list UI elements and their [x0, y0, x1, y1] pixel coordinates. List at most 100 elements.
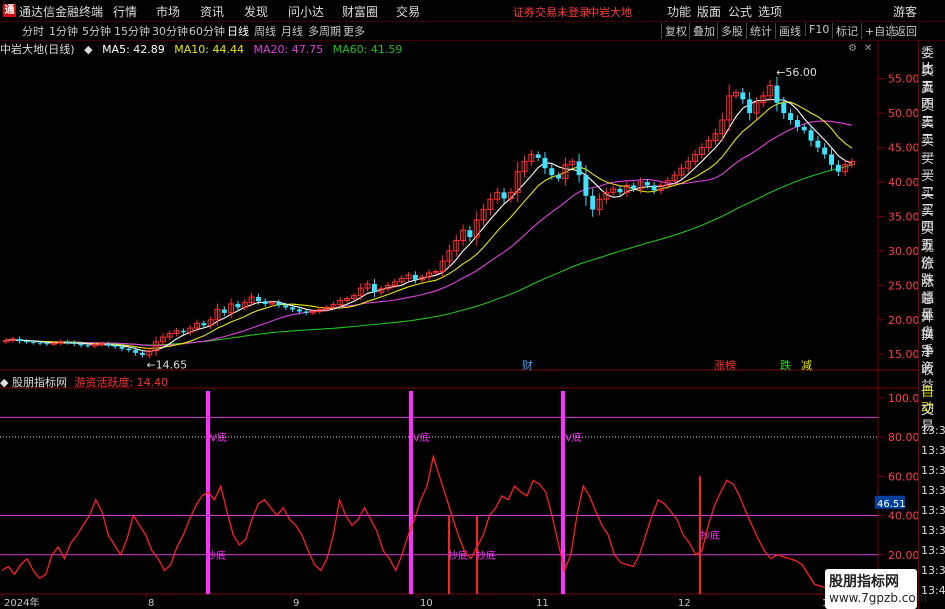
candle-body: [303, 311, 309, 313]
x-axis-label: 9: [293, 598, 299, 609]
candle-body: [801, 126, 807, 131]
candle-body: [794, 120, 800, 127]
ind-tick-label: 100.0: [888, 392, 918, 405]
price-tick-label: 45.00: [888, 142, 918, 155]
ind-tick-label: 40.00: [888, 510, 918, 523]
chao-di-label-2: 抄底: [476, 549, 496, 562]
trade-time-1: 13:37: [921, 444, 945, 457]
trade-time-3: 13:38: [921, 484, 945, 497]
candle-body: [112, 345, 118, 347]
candle-body: [644, 182, 650, 186]
candle-body: [617, 188, 623, 193]
ind-tick-label: 20.00: [888, 549, 918, 562]
event-marker-1: 涨榜: [714, 358, 736, 372]
settings-gear-icon[interactable]: ⚙: [848, 44, 858, 54]
price-tick-label: 35.00: [888, 210, 918, 223]
candle-body: [290, 307, 296, 310]
candle-body: [740, 92, 746, 100]
chart-settings-icon[interactable]: ◆: [84, 43, 92, 56]
price-tick-label: 20.00: [888, 314, 918, 327]
candle-body: [296, 309, 302, 312]
price-tick-label: 30.00: [888, 245, 918, 258]
indicator-info-bar: ◆ 股朋指标网 游资活跃度: 14.40: [0, 374, 168, 390]
price-tick-label: 50.00: [888, 107, 918, 120]
low-label: ←14.65: [146, 359, 187, 372]
candle-body: [235, 303, 241, 308]
watermark-title: 股朋指标网: [829, 574, 899, 590]
high-label: ←56.00: [776, 66, 817, 79]
candle-body: [549, 168, 555, 176]
indicator-title: 股朋指标网: [11, 376, 67, 389]
candle-body: [583, 175, 589, 196]
candle-body: [576, 161, 582, 176]
trade-time-4: 13:39: [921, 504, 945, 517]
x-axis-label: 12: [678, 598, 691, 609]
indicator-settings-icon[interactable]: ◆: [0, 376, 8, 389]
trade-time-6: 13:39: [921, 544, 945, 557]
ma5-line: [5, 98, 853, 353]
candle-body: [835, 164, 841, 172]
candle-body: [747, 99, 753, 114]
candle-body: [44, 343, 50, 345]
candle-body: [221, 309, 227, 313]
watermark-url: www.7gpzb.com: [829, 591, 928, 605]
candle-body: [631, 185, 637, 189]
x-axis-label: 10: [420, 598, 433, 609]
candle-body: [85, 345, 91, 347]
event-marker-2: 跌: [780, 358, 791, 372]
candle-body: [788, 113, 794, 120]
candle-body: [133, 350, 139, 353]
ma20-label: MA20: 47.75: [253, 43, 324, 56]
price-tick-label: 55.00: [888, 73, 918, 86]
kline-chart[interactable]: 15.00 20.00 25.00 30.00 35.00 40.00 45.00 50.00…: [0, 0, 918, 609]
trade-time-0: 13:37: [921, 424, 945, 437]
chart-title: 中岩大地(日线): [0, 43, 75, 56]
candle-body: [126, 348, 132, 351]
candle-body: [412, 275, 418, 280]
candle-body: [17, 339, 23, 342]
x-axis-label: 11: [536, 598, 549, 609]
watermark: 股朋指标网 www.7gpzb.com: [825, 569, 927, 609]
candle-body: [774, 85, 780, 103]
candle-body: [556, 175, 562, 179]
candle-body: [371, 283, 377, 293]
chao-di-label-3: 抄底: [700, 529, 720, 542]
candle-body: [105, 343, 111, 346]
candle-body: [119, 346, 125, 349]
candle-body: [501, 192, 507, 199]
candle-body: [180, 330, 186, 333]
candle-body: [590, 195, 596, 210]
candle-body: [64, 341, 70, 343]
price-tick-label: 25.00: [888, 279, 918, 292]
candle-body: [829, 154, 835, 165]
candle-body: [283, 305, 289, 308]
candle-body: [535, 154, 541, 158]
price-tick-label: 15.00: [888, 348, 918, 361]
ma10-label: MA10: 44.44: [174, 43, 244, 56]
candle-body: [50, 342, 57, 345]
ma60-label: MA60: 41.59: [332, 43, 403, 56]
event-marker-0: 财: [522, 358, 533, 372]
candle-body: [78, 343, 84, 346]
candle-body: [37, 342, 43, 344]
candle-body: [808, 130, 814, 141]
candle-body: [276, 302, 282, 306]
ma-info-bar: 中岩大地(日线) ◆ MA5: 42.89 MA10: 44.44 MA20: …: [0, 41, 408, 57]
candle-body: [781, 102, 787, 114]
candle-body: [467, 230, 473, 238]
event-marker-3: 减: [801, 359, 812, 372]
ma5-label: MA5: 42.89: [102, 43, 165, 56]
v-bottom-label-1: V底: [413, 431, 430, 444]
quote-sidebar: 委比 卖五 卖四 卖三 卖二 卖一 买一 买二 买三 买四 买五 现价 涨跌 涨幅 总量 外盘 换手 净资 收益 自动…: [918, 41, 945, 609]
candle-body: [30, 341, 36, 343]
ma60-line: [5, 164, 853, 346]
ma20-line: [5, 120, 853, 347]
candle-body: [822, 147, 828, 155]
x-axis-label: 2024年: [4, 596, 39, 609]
activity-line: [1, 454, 853, 591]
v-bottom-label-2: V底: [565, 431, 582, 444]
close-icon[interactable]: ✕: [864, 44, 874, 54]
ind-tick-label: 80.00: [888, 431, 918, 444]
candle-body: [651, 185, 657, 191]
trade-time-7: 13:39: [921, 564, 945, 577]
